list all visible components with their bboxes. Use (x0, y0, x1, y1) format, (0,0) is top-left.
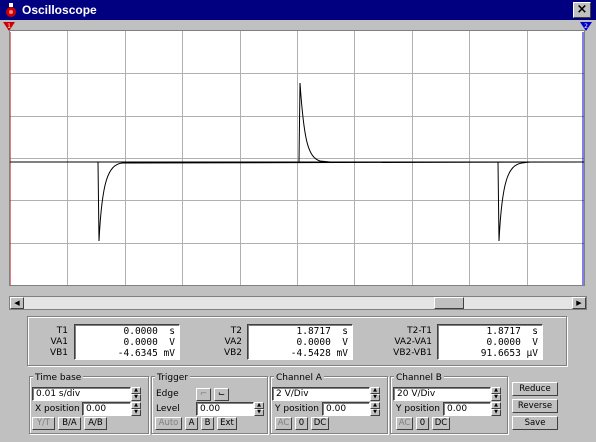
readout-value-vb2: -4.5428 mV (290, 348, 348, 359)
channel-b-ypos-label: Y position (396, 404, 441, 414)
channel-a-ac-button[interactable]: AC (275, 417, 292, 430)
measurement-readout-panel: T1 VA1 VB1 0.0000 s 0.0000 V -4.6345 mV … (27, 316, 567, 366)
channel-b-scale-spinner[interactable]: ▲ ▼ (491, 387, 501, 401)
channel-a-ypos-label: Y position (275, 404, 320, 414)
channel-b-dc-button[interactable]: DC (432, 417, 450, 430)
spin-up-icon: ▲ (370, 387, 380, 394)
trigger-level-label: Level (156, 404, 180, 414)
channel-a-ypos-spinner[interactable]: ▲ ▼ (370, 402, 380, 416)
readout-box-1: 0.0000 s 0.0000 V -4.6345 mV (74, 324, 180, 360)
channel-a-title: Channel A (274, 373, 324, 383)
trigger-ext-button[interactable]: Ext (217, 417, 237, 430)
close-button[interactable]: × (573, 2, 591, 18)
scope-display (9, 31, 585, 285)
cursor-2-label: 2 (584, 23, 588, 30)
falling-edge-icon[interactable]: ⌙ (214, 388, 229, 401)
readout-label-vb2: VB2 (223, 348, 242, 358)
scroll-right-icon[interactable]: ▶ (572, 297, 586, 309)
trigger-level-field[interactable]: 0.00 (196, 402, 254, 416)
channel-b-ypos-field[interactable]: 0.00 (443, 402, 491, 416)
channel-a-scale-field[interactable]: 2 V/Div (272, 387, 370, 401)
channel-b-zero-button[interactable]: 0 (416, 417, 429, 430)
readout-value-va2: 0.0000 V (296, 337, 348, 348)
trigger-edge-label: Edge (156, 389, 179, 399)
readout-box-2: 1.8717 s 0.0000 V -4.5428 mV (247, 324, 353, 360)
reverse-button[interactable]: Reverse (512, 399, 558, 413)
spin-up-icon: ▲ (491, 402, 501, 409)
reduce-button[interactable]: Reduce (512, 382, 558, 396)
save-button[interactable]: Save (512, 416, 558, 430)
readout-value-va-diff: 0.0000 V (486, 337, 538, 348)
level-spinner[interactable]: ▲ ▼ (254, 402, 264, 416)
readout-label-vb1: VB1 (49, 348, 68, 358)
horizontal-scrollbar[interactable]: ◀ ▶ (9, 296, 587, 310)
readout-label-t1: T1 (56, 326, 68, 336)
window-title: Oscilloscope (22, 3, 97, 17)
spin-down-icon: ▼ (131, 394, 141, 401)
readout-value-vb1: -4.6345 mV (117, 348, 175, 359)
channel-b-ypos-spinner[interactable]: ▲ ▼ (491, 402, 501, 416)
readout-label-va1: VA1 (50, 337, 68, 347)
trigger-auto-button[interactable]: Auto (155, 417, 182, 430)
rising-edge-icon[interactable]: ⌐ (196, 388, 211, 401)
xpos-spinner[interactable]: ▲ ▼ (131, 402, 141, 416)
readout-label-va-diff: VA2-VA1 (394, 337, 432, 347)
readout-label-va2: VA2 (224, 337, 242, 347)
channel-b-spike-2 (298, 82, 331, 163)
mode-yt-button[interactable]: Y/T (32, 417, 55, 430)
trigger-a-button[interactable]: A (185, 417, 198, 430)
readout-label-t2: T2 (230, 326, 242, 336)
mode-ab-button[interactable]: A/B (84, 417, 107, 430)
cursor-1-label: 1 (7, 23, 11, 30)
trigger-title: Trigger (155, 373, 191, 383)
readout-label-vb-diff: VB2-VB1 (393, 348, 432, 358)
scroll-left-icon[interactable]: ◀ (10, 297, 24, 309)
spin-down-icon: ▼ (491, 409, 501, 416)
mode-ba-button[interactable]: B/A (58, 417, 81, 430)
channel-b-title: Channel B (394, 373, 444, 383)
readout-value-va1: 0.0000 V (123, 337, 175, 348)
channel-a-scale-spinner[interactable]: ▲ ▼ (370, 387, 380, 401)
spin-up-icon: ▲ (491, 387, 501, 394)
channel-a-ypos-field[interactable]: 0.00 (322, 402, 370, 416)
spin-up-icon: ▲ (370, 402, 380, 409)
spin-down-icon: ▼ (370, 394, 380, 401)
timebase-xpos-field[interactable]: 0.00 (82, 402, 131, 416)
scope-grid (10, 31, 584, 285)
spin-down-icon: ▼ (370, 409, 380, 416)
scope-screen[interactable] (9, 30, 585, 286)
trigger-b-button[interactable]: B (201, 417, 214, 430)
readout-value-vb-diff: 91.6653 µV (480, 348, 538, 359)
channel-b-spike-3 (497, 161, 531, 242)
channel-a-zero-button[interactable]: 0 (295, 417, 308, 430)
timebase-value-field[interactable]: 0.01 s/div (32, 387, 131, 401)
channel-b-scale-field[interactable]: 20 V/Div (393, 387, 491, 401)
timebase-spinner[interactable]: ▲ ▼ (131, 387, 141, 401)
readout-label-t-diff: T2-T1 (407, 326, 432, 336)
oscilloscope-app-icon (6, 3, 16, 17)
readout-value-t-diff: 1.8717 s (486, 326, 538, 337)
channel-b-ac-button[interactable]: AC (396, 417, 413, 430)
timebase-xpos-label: X position (35, 404, 80, 414)
spin-down-icon: ▼ (491, 394, 501, 401)
spin-up-icon: ▲ (131, 402, 141, 409)
spin-up-icon: ▲ (131, 387, 141, 394)
spin-down-icon: ▼ (254, 409, 264, 416)
readout-value-t1: 0.0000 s (123, 326, 175, 337)
channel-a-dc-button[interactable]: DC (311, 417, 329, 430)
spin-down-icon: ▼ (131, 409, 141, 416)
scroll-thumb[interactable] (434, 297, 464, 309)
readout-value-t2: 1.8717 s (296, 326, 348, 337)
spin-up-icon: ▲ (254, 402, 264, 409)
timebase-title: Time base (33, 373, 84, 383)
readout-box-3: 1.8717 s 0.0000 V 91.6653 µV (437, 324, 543, 360)
